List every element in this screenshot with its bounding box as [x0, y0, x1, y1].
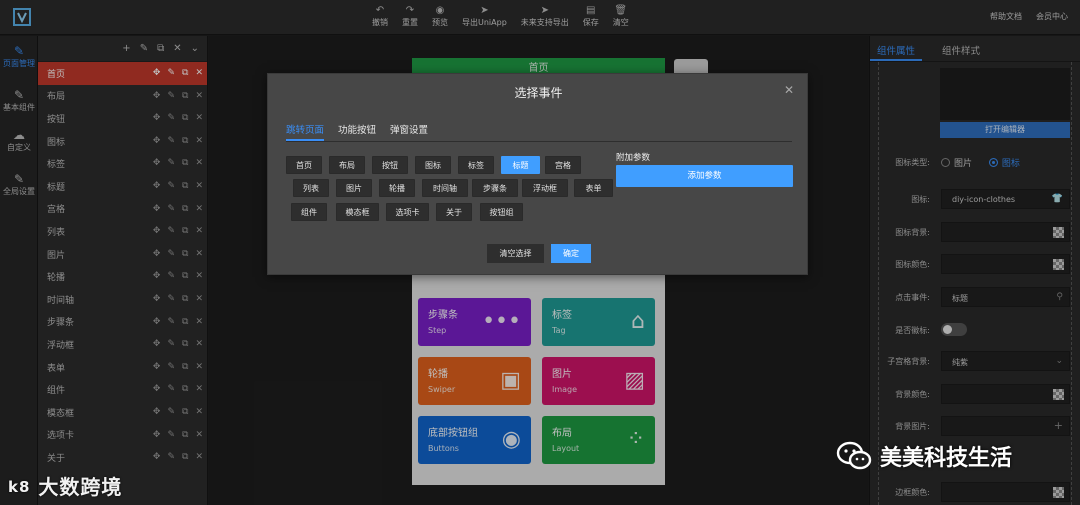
confirm-button[interactable]: 确定: [551, 244, 591, 263]
add-param-button[interactable]: 添加参数: [616, 165, 793, 187]
select-event-dialog: 选择事件 ✕ 跳转页面 功能按钮 弹窗设置 首页 布局 按钮 图标 标签 标题 宫格列表 图片…: [267, 73, 808, 275]
event-option-button[interactable]: 图片: [336, 179, 372, 197]
event-option-button[interactable]: 表单: [574, 179, 613, 197]
event-option-button[interactable]: 布局: [329, 156, 365, 174]
event-option-button[interactable]: 图标: [415, 156, 451, 174]
dialog-tabs: 跳转页面 功能按钮 弹窗设置: [286, 122, 792, 142]
event-option-button[interactable]: 浮动框: [522, 179, 568, 197]
event-option-button[interactable]: 组件: [291, 203, 327, 221]
event-option-button[interactable]: 宫格: [545, 156, 581, 174]
watermark-logo: k8: [8, 478, 31, 496]
clear-selection-button[interactable]: 清空选择: [487, 244, 544, 263]
event-option-button[interactable]: 模态框: [336, 203, 379, 221]
tab-function-button[interactable]: 功能按钮: [338, 122, 376, 141]
tab-popup-settings[interactable]: 弹窗设置: [390, 122, 428, 141]
event-option-button[interactable]: 步骤条: [472, 179, 518, 197]
event-option-button[interactable]: 关于: [436, 203, 472, 221]
dialog-title: 选择事件: [514, 86, 563, 100]
event-option-button[interactable]: 首页: [286, 156, 322, 174]
watermark-right: 美美科技生活: [836, 440, 1012, 472]
wechat-icon: [836, 441, 872, 470]
tab-jump-page[interactable]: 跳转页面: [286, 122, 325, 141]
event-option-button[interactable]: 列表: [293, 179, 329, 197]
extra-params-title: 附加参数: [616, 153, 651, 163]
event-option-button[interactable]: 标签: [458, 156, 494, 174]
watermark-left: k8 大数跨境: [8, 475, 123, 499]
event-option-button[interactable]: 轮播: [379, 179, 415, 197]
event-option-button[interactable]: 标题: [501, 156, 540, 174]
close-icon[interactable]: ✕: [784, 83, 794, 97]
event-option-button[interactable]: 选项卡: [386, 203, 429, 221]
event-option-button[interactable]: 按钮: [372, 156, 408, 174]
event-option-button[interactable]: 按钮组: [480, 203, 523, 221]
event-option-button[interactable]: 时间轴: [422, 179, 468, 197]
